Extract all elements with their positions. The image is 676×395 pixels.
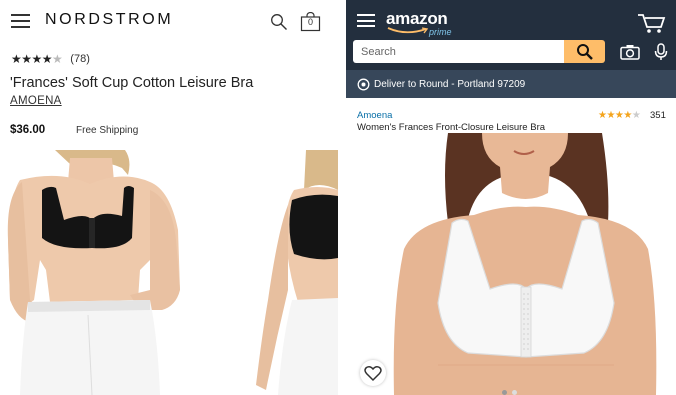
model-photo-front <box>0 150 183 395</box>
camera-icon[interactable] <box>620 44 640 60</box>
product-title: Women's Frances Front-Closure Leisure Br… <box>357 122 546 133</box>
bag-count: 0 <box>307 17 313 27</box>
search-button[interactable] <box>564 40 605 63</box>
amazon-header: amazon prime <box>346 0 676 70</box>
nordstrom-logo[interactable]: NORDSTROM <box>45 11 173 29</box>
microphone-icon[interactable] <box>654 43 668 61</box>
cart-icon[interactable] <box>636 12 666 34</box>
prime-label: prime <box>429 27 452 37</box>
product-title: 'Frances' Soft Cup Cotton Leisure Bra <box>10 75 254 91</box>
review-count[interactable]: 351 <box>650 110 666 121</box>
search-icon <box>576 43 593 60</box>
amazon-product-page: amazon prime Search Deliver to Round - P… <box>346 0 676 395</box>
menu-icon[interactable] <box>11 14 30 28</box>
product-image-front[interactable] <box>0 150 183 395</box>
star-rating[interactable]: ★★★★★ <box>598 110 641 121</box>
nordstrom-header: NORDSTROM 0 <box>0 0 338 40</box>
search-input[interactable] <box>353 40 564 63</box>
deliver-to-bar[interactable]: Deliver to Round - Portland 97209 <box>346 70 676 98</box>
product-image[interactable] <box>378 133 676 395</box>
menu-icon[interactable] <box>357 14 375 28</box>
shipping-note: Free Shipping <box>76 125 139 136</box>
carousel-dot[interactable] <box>512 390 517 395</box>
shopping-bag-button[interactable]: 0 <box>300 11 321 32</box>
product-price: $36.00 <box>10 124 46 136</box>
panel-divider <box>338 0 346 395</box>
search-bar <box>353 40 564 63</box>
add-to-wishlist-button[interactable] <box>360 360 386 386</box>
deliver-to-text: Deliver to Round - Portland 97209 <box>374 79 526 90</box>
heart-icon <box>364 366 382 382</box>
rating-summary[interactable]: ★★★★★ (78) <box>11 51 90 66</box>
star-rating: ★★★★★ <box>11 51 63 66</box>
product-image-side[interactable] <box>248 150 338 395</box>
model-photo-side <box>248 150 338 395</box>
carousel-dot-active[interactable] <box>502 390 507 395</box>
amazon-smile-icon <box>387 27 429 34</box>
amazon-logo[interactable]: amazon <box>386 9 448 29</box>
brand-link[interactable]: Amoena <box>357 110 392 121</box>
search-icon[interactable] <box>270 13 288 31</box>
location-pin-icon <box>357 78 370 91</box>
model-photo <box>378 133 676 395</box>
review-count: (78) <box>70 52 90 65</box>
nordstrom-product-page: NORDSTROM 0 ★★★★★ (78) 'Frances' Soft Cu… <box>0 0 338 395</box>
image-carousel-dots[interactable] <box>502 390 517 395</box>
brand-link[interactable]: AMOENA <box>10 95 62 107</box>
